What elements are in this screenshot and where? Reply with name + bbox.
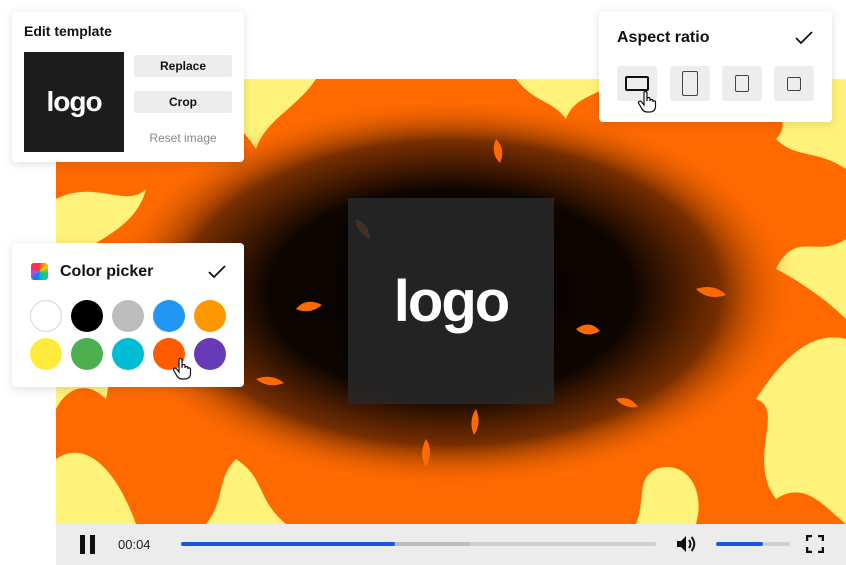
confirm-check-icon[interactable] (795, 31, 813, 45)
portrait-9-16-icon[interactable] (670, 66, 710, 101)
aspect-ratio-title: Aspect ratio (617, 29, 710, 46)
color-swatch[interactable] (71, 338, 103, 370)
color-swatch[interactable] (112, 338, 144, 370)
volume-level (716, 542, 763, 546)
player-controls: 00:04 (56, 524, 846, 565)
color-swatch[interactable] (30, 338, 62, 370)
fullscreen-icon[interactable] (806, 535, 824, 553)
confirm-check-icon[interactable] (208, 265, 226, 279)
edit-template-title: Edit template (24, 23, 112, 39)
current-time: 00:04 (118, 537, 151, 552)
hand-cursor-icon (637, 91, 657, 113)
hand-cursor-icon (172, 358, 192, 380)
edit-template-panel: Edit template logo Replace Crop Reset im… (12, 12, 244, 162)
aspect-ratio-panel: Aspect ratio (599, 11, 832, 122)
progress-played (181, 542, 395, 546)
logo-placeholder: logo (348, 198, 554, 404)
progress-bar[interactable] (181, 542, 656, 546)
replace-button[interactable]: Replace (134, 55, 232, 77)
color-swatch[interactable] (194, 338, 226, 370)
color-picker-panel: Color picker (12, 243, 244, 387)
volume-slider[interactable] (716, 542, 790, 546)
logo-text: logo (393, 268, 510, 334)
portrait-4-5-icon[interactable] (722, 66, 762, 101)
pause-icon[interactable] (80, 535, 96, 554)
palette-icon (31, 263, 48, 280)
color-swatch[interactable] (153, 300, 185, 332)
color-swatch[interactable] (30, 300, 62, 332)
logo-thumbnail[interactable]: logo (24, 52, 124, 152)
color-swatch[interactable] (112, 300, 144, 332)
color-picker-title: Color picker (60, 263, 154, 280)
volume-icon[interactable] (676, 534, 698, 554)
crop-button[interactable]: Crop (134, 91, 232, 113)
reset-image-link[interactable]: Reset image (134, 131, 232, 145)
color-swatch[interactable] (194, 300, 226, 332)
color-swatch[interactable] (71, 300, 103, 332)
square-1-1-icon[interactable] (774, 66, 814, 101)
thumbnail-logo-text: logo (46, 86, 102, 117)
